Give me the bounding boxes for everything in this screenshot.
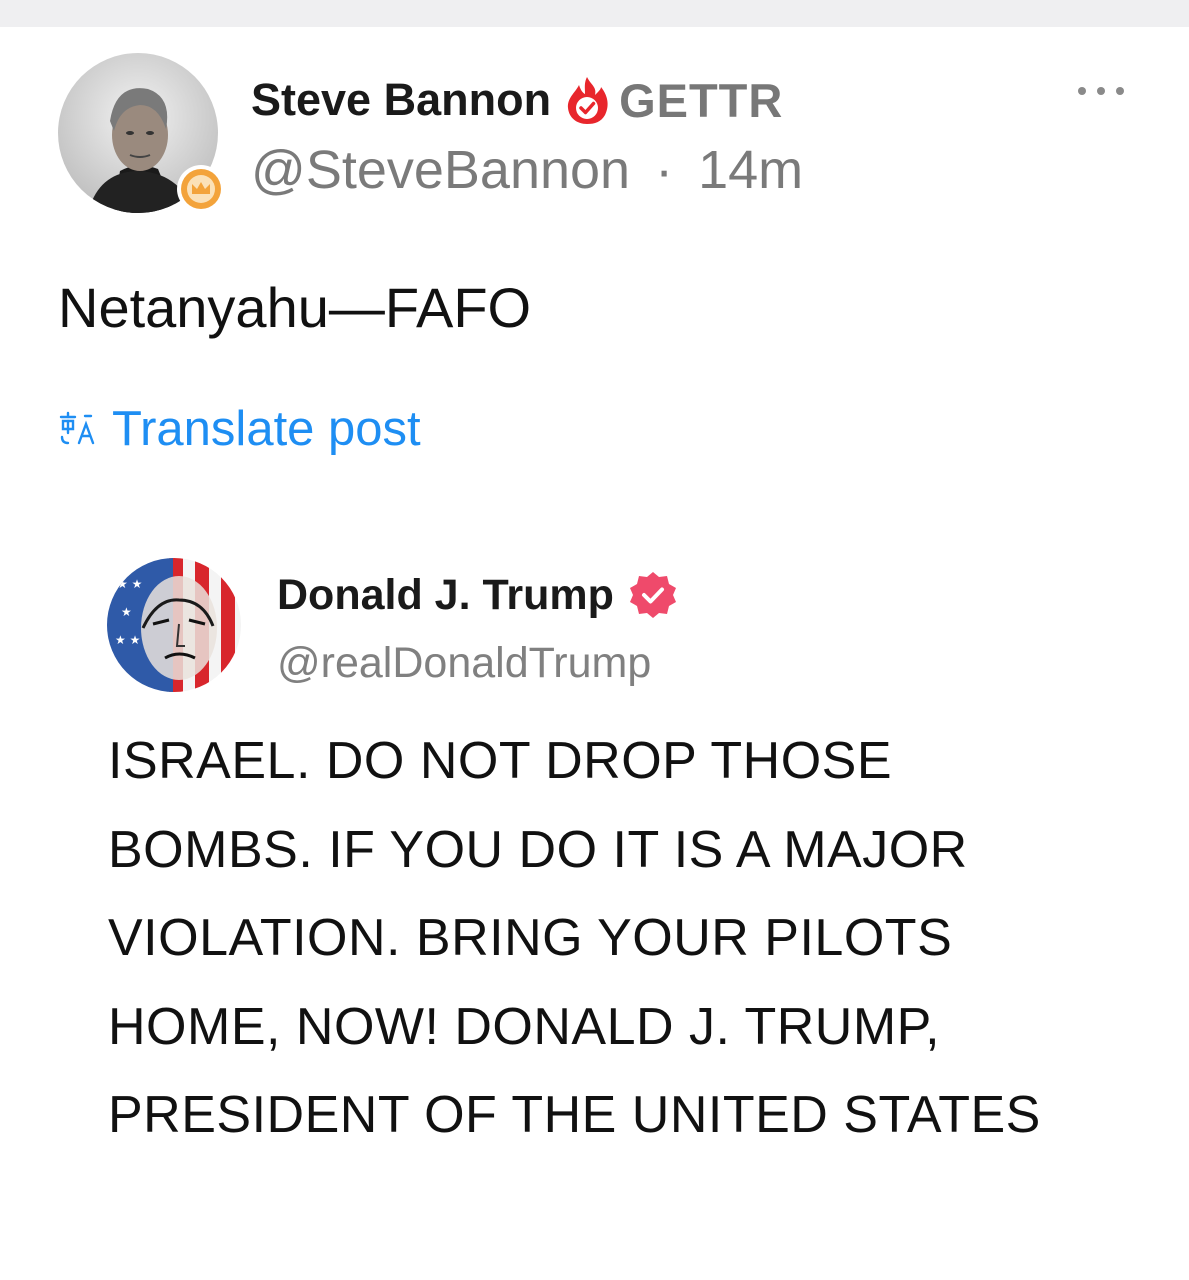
verified-badge-icon bbox=[628, 570, 678, 620]
svg-text:★ ★: ★ ★ bbox=[115, 633, 140, 647]
ellipsis-icon[interactable] bbox=[1076, 79, 1126, 103]
author-name[interactable]: Steve Bannon bbox=[251, 74, 551, 126]
translate-post-label: Translate post bbox=[112, 402, 421, 456]
post-time: 14m bbox=[698, 140, 804, 200]
author-handle[interactable]: @SteveBannon bbox=[251, 140, 630, 200]
author-name-row: Steve Bannon GETTR bbox=[251, 72, 783, 128]
flame-verified-icon bbox=[565, 75, 609, 125]
post-text: Netanyahu—FAFO bbox=[58, 276, 532, 339]
top-bar bbox=[0, 0, 1189, 27]
post-card: Steve Bannon GETTR @SteveBannon · 14m Ne… bbox=[0, 27, 1189, 1280]
svg-text:★: ★ bbox=[121, 605, 132, 619]
handle-separator: · bbox=[655, 140, 674, 200]
crown-badge-icon bbox=[176, 164, 226, 214]
quoted-author-handle[interactable]: @realDonaldTrump bbox=[277, 639, 651, 688]
quoted-author-avatar[interactable]: ★ ★ ★ ★ ★ bbox=[107, 558, 241, 692]
quoted-author-name[interactable]: Donald J. Trump bbox=[277, 571, 614, 620]
quoted-post-text: ISRAEL. DO NOT DROP THOSE BOMBS. IF YOU … bbox=[108, 732, 1041, 1144]
translate-post-button[interactable]: Translate post bbox=[58, 399, 421, 459]
app-tag: GETTR bbox=[619, 73, 784, 127]
author-handle-row: @SteveBannon · 14m bbox=[251, 139, 803, 201]
translate-icon bbox=[58, 410, 96, 448]
svg-text:★ ★: ★ ★ bbox=[117, 577, 142, 591]
quoted-name-row: Donald J. Trump bbox=[277, 567, 678, 623]
